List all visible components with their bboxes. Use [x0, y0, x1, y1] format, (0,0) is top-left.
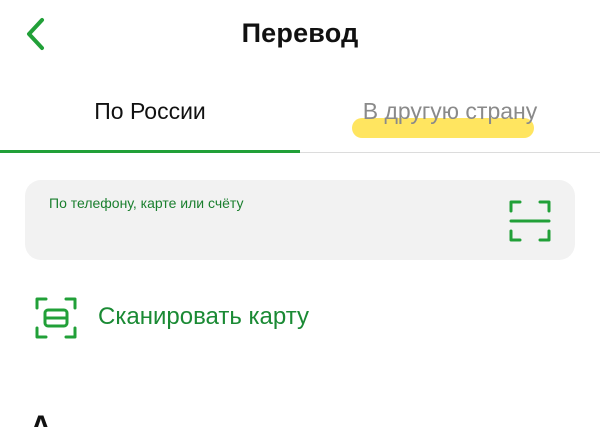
header: Перевод	[0, 0, 600, 70]
tab-label: В другую страну	[362, 98, 538, 124]
tab-label: По России	[94, 98, 206, 124]
tab-bar: По России В другую страну	[0, 88, 600, 154]
recipient-search-field[interactable]: По телефону, карте или счёту	[25, 180, 575, 260]
search-field-label: По телефону, карте или счёту	[49, 195, 244, 211]
scan-frame-icon[interactable]	[509, 200, 551, 242]
active-tab-indicator	[0, 150, 300, 153]
scan-card-button[interactable]: Сканировать карту	[32, 294, 432, 344]
transfer-screen: Перевод По России В другую страну По тел…	[0, 0, 600, 427]
tab-abroad[interactable]: В другую страну	[300, 88, 600, 152]
section-heading-partial: А	[30, 410, 52, 427]
scan-card-label: Сканировать карту	[98, 303, 309, 330]
card-scan-icon	[34, 296, 78, 340]
page-title: Перевод	[241, 18, 359, 48]
tab-russia[interactable]: По России	[0, 88, 300, 152]
